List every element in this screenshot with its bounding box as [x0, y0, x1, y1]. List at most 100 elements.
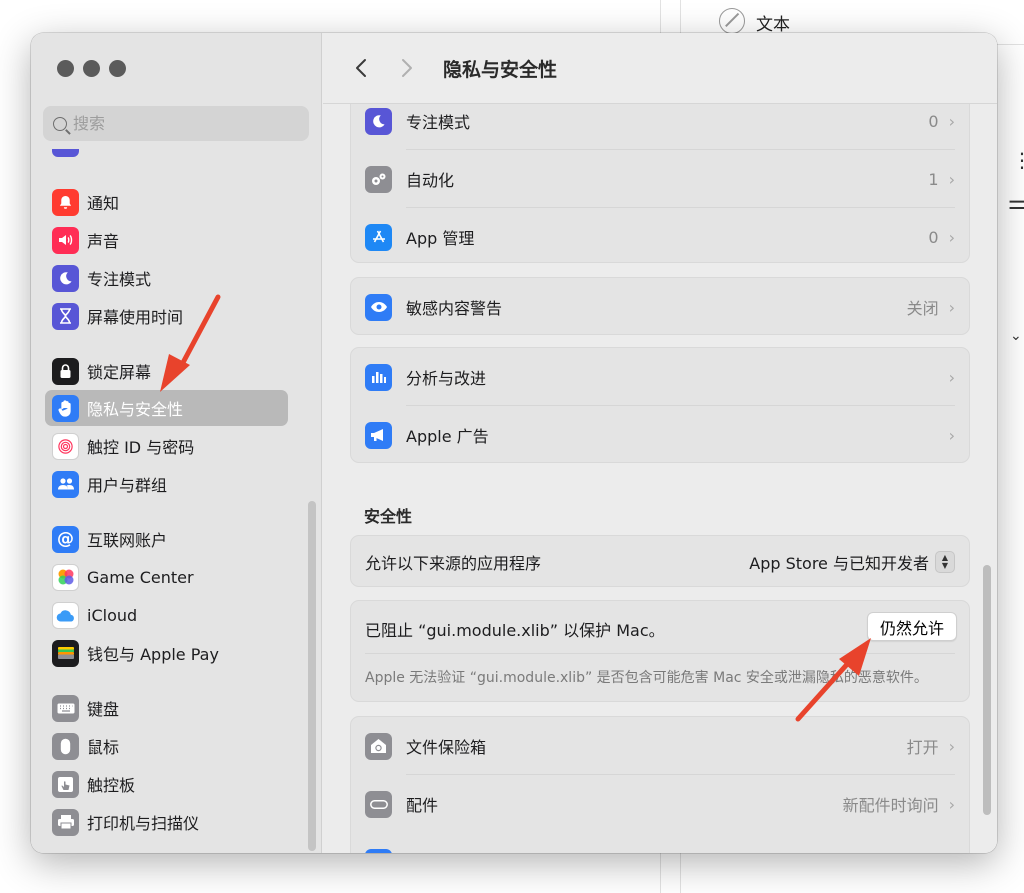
fingerprint-icon	[52, 432, 79, 460]
chevron-right-icon: ›	[948, 227, 955, 247]
row-apple-advertising[interactable]: Apple 广告 ›	[351, 406, 969, 464]
hourglass-icon	[52, 302, 79, 330]
sidebar-scrollbar[interactable]	[308, 501, 316, 851]
row-value: 新配件时询问	[842, 796, 939, 815]
gears-icon	[365, 165, 392, 193]
partial-sidebar-icon	[52, 149, 79, 157]
sidebar-item-game-center[interactable]: Game Center	[45, 559, 288, 595]
lock-icon	[52, 357, 79, 385]
row-value: 关闭	[906, 299, 939, 318]
allow-anyway-button[interactable]: 仍然允许	[866, 612, 957, 641]
sidebar-item-internet-accounts[interactable]: @ 互联网账户	[45, 521, 288, 557]
speaker-icon	[52, 226, 79, 254]
row-value: 打开	[906, 738, 939, 757]
allow-sources-popup-value[interactable]: App Store 与已知开发者	[749, 550, 929, 574]
main-scrollbar[interactable]	[983, 565, 991, 815]
mouse-icon	[52, 732, 79, 760]
users-icon	[52, 470, 79, 498]
sidebar-item-focus[interactable]: 专注模式	[45, 260, 288, 296]
row-label: 敏感内容警告	[406, 299, 503, 318]
row-allow-apps-from: 允许以下来源的应用程序 App Store 与已知开发者 ▲ ▼	[351, 536, 969, 588]
sidebar-item-mouse[interactable]: 鼠标	[45, 728, 288, 764]
sidebar-item-keyboard[interactable]: 键盘	[45, 690, 288, 726]
cloud-icon	[52, 601, 79, 629]
settings-group-analytics: 分析与改进 › Apple 广告 ›	[350, 347, 970, 463]
chart-icon	[365, 363, 392, 391]
keyboard-icon	[52, 694, 79, 722]
close-button[interactable]	[57, 60, 74, 77]
row-filevault[interactable]: 文件保险箱 打开 ›	[351, 717, 969, 775]
popup-arrows-icon[interactable]: ▲ ▼	[935, 551, 955, 573]
chevron-right-icon: ›	[948, 111, 955, 131]
sidebar-item-label: 用户与群组	[87, 476, 168, 495]
sidebar-item-printers-scanners[interactable]: 打印机与扫描仪	[45, 804, 288, 840]
sidebar-item-label: Game Center	[87, 567, 194, 587]
eye-icon	[365, 293, 392, 321]
more-vertical-icon[interactable]: ⋮	[1012, 148, 1024, 172]
sidebar-item-screen-time[interactable]: 屏幕使用时间	[45, 298, 288, 334]
sidebar-item-label: 屏幕使用时间	[87, 308, 184, 327]
chevron-right-icon: ›	[948, 794, 955, 814]
row-sensitive-content-warning[interactable]: 敏感内容警告 关闭 ›	[351, 278, 969, 336]
main-pane: 专注模式 0 › 自动化 1 › App 管理 0 › 敏感内容警告 关闭 › …	[323, 33, 997, 853]
sidebar-item-sound[interactable]: 声音	[45, 222, 288, 258]
chevron-down-icon[interactable]: ⌄	[1010, 328, 1022, 344]
window-controls	[57, 60, 126, 77]
back-button[interactable]	[351, 53, 371, 83]
accessory-icon	[365, 790, 392, 818]
sidebar-item-label: 打印机与扫描仪	[87, 814, 200, 833]
search-input[interactable]	[73, 114, 283, 133]
row-app-management[interactable]: App 管理 0 ›	[351, 208, 969, 266]
row-analytics[interactable]: 分析与改进 ›	[351, 348, 969, 406]
sidebar-item-privacy-security[interactable]: 隐私与安全性	[45, 390, 288, 426]
sidebar-item-notifications[interactable]: 通知	[45, 184, 288, 220]
row-label: 专注模式	[406, 113, 471, 132]
sidebar-item-label: 隐私与安全性	[87, 400, 184, 419]
sidebar-item-label: 触控 ID 与密码	[87, 438, 195, 457]
settings-group-blocked-app: 已阻止 “gui.module.xlib” 以保护 Mac。 仍然允许 Appl…	[350, 600, 970, 702]
blocked-message: 已阻止 “gui.module.xlib” 以保护 Mac。	[365, 621, 665, 640]
at-icon: @	[52, 525, 79, 553]
row-accessories[interactable]: 配件 新配件时询问 ›	[351, 775, 969, 833]
hand-icon	[52, 394, 79, 422]
sidebar-item-label: 通知	[87, 194, 120, 213]
row-automation[interactable]: 自动化 1 ›	[351, 150, 969, 208]
partial-row-icon	[365, 849, 392, 853]
row-label: 允许以下来源的应用程序	[365, 554, 542, 573]
settings-group-permissions: 专注模式 0 › 自动化 1 › App 管理 0 ›	[350, 91, 970, 263]
sidebar-item-wallet[interactable]: 钱包与 Apple Pay	[45, 635, 288, 671]
sidebar-item-label: 键盘	[87, 700, 120, 719]
sidebar-item-label: 声音	[87, 232, 120, 251]
row-label: 配件	[406, 796, 439, 815]
row-value: 0	[928, 111, 939, 131]
chevron-right-icon: ›	[948, 367, 955, 387]
sidebar-item-touch-id[interactable]: 触控 ID 与密码	[45, 428, 288, 464]
row-label: 自动化	[406, 171, 455, 190]
bell-icon	[52, 188, 79, 216]
search-icon	[53, 116, 67, 131]
chevron-right-icon: ›	[948, 425, 955, 445]
sliders-icon[interactable]: ⚌	[1008, 190, 1024, 214]
sidebar-item-users-groups[interactable]: 用户与群组	[45, 466, 288, 502]
megaphone-icon	[365, 421, 392, 449]
moon-icon	[365, 107, 392, 135]
row-label: Apple 广告	[406, 427, 489, 446]
sidebar-item-icloud[interactable]: iCloud	[45, 597, 288, 633]
sidebar-item-label: 触控板	[87, 776, 136, 795]
forward-button[interactable]	[397, 53, 417, 83]
sidebar-item-trackpad[interactable]: 触控板	[45, 766, 288, 802]
page-title: 隐私与安全性	[443, 59, 558, 81]
chevron-right-icon: ›	[948, 297, 955, 317]
sidebar-item-label: iCloud	[87, 605, 138, 625]
minimize-button[interactable]	[83, 60, 100, 77]
search-field[interactable]	[43, 106, 309, 141]
sidebar-item-lock-screen[interactable]: 锁定屏幕	[45, 353, 288, 389]
row-value: 0	[928, 227, 939, 247]
chevron-right-icon: ›	[948, 736, 955, 756]
zoom-button[interactable]	[109, 60, 126, 77]
settings-group-sensitive: 敏感内容警告 关闭 ›	[350, 277, 970, 335]
row-divider	[365, 653, 955, 654]
settings-group-allow-sources: 允许以下来源的应用程序 App Store 与已知开发者 ▲ ▼	[350, 535, 970, 587]
sidebar: 通知 声音 专注模式 屏幕使用时间 锁定屏幕	[31, 33, 322, 853]
sidebar-item-label: 专注模式	[87, 270, 152, 289]
